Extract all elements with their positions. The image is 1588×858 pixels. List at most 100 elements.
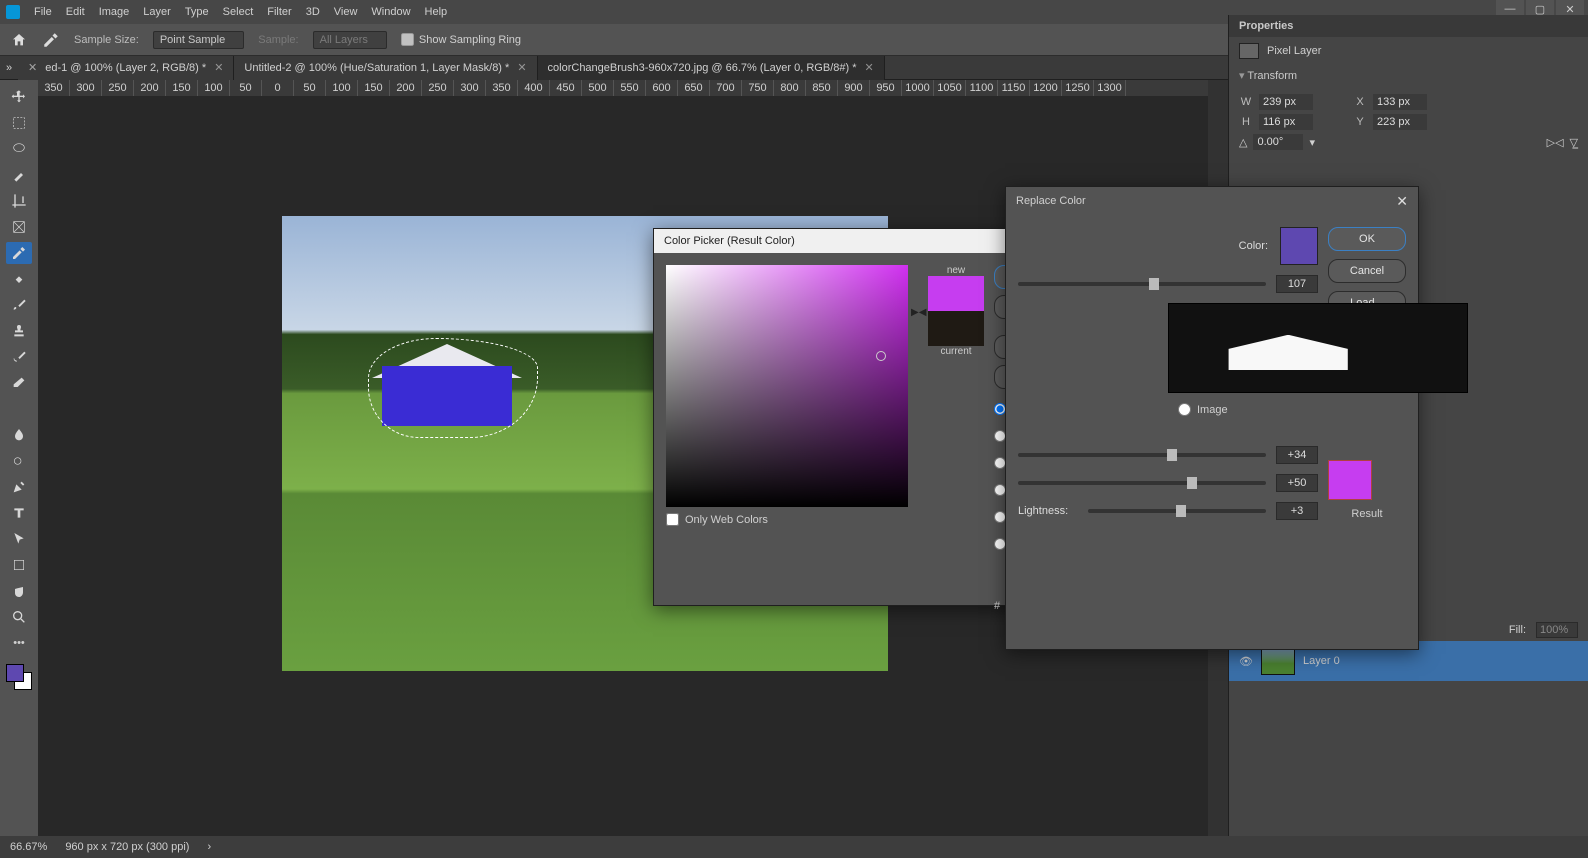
crop-tool[interactable]	[6, 190, 32, 212]
result-color-swatch[interactable]	[1328, 460, 1372, 500]
image-radio[interactable]	[1178, 403, 1191, 416]
prop-y-input[interactable]	[1373, 114, 1427, 130]
foreground-color-swatch[interactable]	[6, 664, 24, 682]
current-color-label: current	[940, 346, 971, 357]
color-label: Color:	[1239, 240, 1268, 252]
shape-tool[interactable]	[6, 554, 32, 576]
eyedropper-tool[interactable]	[6, 242, 32, 264]
gradient-tool[interactable]	[6, 398, 32, 420]
only-web-colors-check[interactable]: Only Web Colors	[666, 513, 908, 526]
sample-select: All Layers	[313, 31, 387, 49]
type-tool[interactable]	[6, 502, 32, 524]
sample-size-label: Sample Size:	[74, 34, 139, 46]
frame-tool[interactable]	[6, 216, 32, 238]
show-sampling-ring-checkbox	[401, 33, 414, 46]
saturation-slider[interactable]	[1018, 481, 1266, 485]
fuzziness-slider[interactable]	[1018, 282, 1266, 286]
tab-overflow-icon[interactable]: »	[0, 62, 18, 74]
menu-type[interactable]: Type	[185, 6, 209, 18]
menu-select[interactable]: Select	[223, 6, 254, 18]
layer-kind-icon	[1239, 43, 1259, 59]
lasso-tool[interactable]	[6, 138, 32, 160]
visibility-icon[interactable]: 👁	[1239, 655, 1253, 668]
sat-value[interactable]	[1276, 474, 1318, 492]
menu-window[interactable]: Window	[371, 6, 410, 18]
document-tab[interactable]: ✕ ed-1 @ 100% (Layer 2, RGB/8) * ✕	[18, 56, 234, 80]
document-tab-label: ed-1 @ 100% (Layer 2, RGB/8) *	[45, 62, 206, 74]
zoom-tool[interactable]	[6, 606, 32, 628]
flip-horizontal-icon[interactable]: ▷◁	[1547, 136, 1564, 149]
cancel-button[interactable]: Cancel	[1328, 259, 1406, 283]
menu-help[interactable]: Help	[425, 6, 448, 18]
doc-info[interactable]: 960 px x 720 px (300 ppi)	[65, 841, 189, 853]
lightness-slider[interactable]	[1088, 509, 1266, 513]
only-web-colors-checkbox[interactable]	[666, 513, 679, 526]
layer-kind-label: Pixel Layer	[1267, 45, 1321, 57]
show-sampling-ring-check: Show Sampling Ring	[401, 33, 521, 46]
current-color-swatch	[928, 311, 984, 346]
transform-section-header[interactable]: Transform	[1229, 65, 1588, 86]
dodge-tool[interactable]	[6, 450, 32, 472]
sample-label: Sample:	[258, 34, 298, 46]
menu-3d[interactable]: 3D	[306, 6, 320, 18]
document-tab[interactable]: Untitled-2 @ 100% (Hue/Saturation 1, Lay…	[234, 56, 537, 80]
menu-edit[interactable]: Edit	[66, 6, 85, 18]
hue-value[interactable]	[1276, 446, 1318, 464]
prop-angle-input[interactable]	[1253, 134, 1303, 150]
menu-layer[interactable]: Layer	[143, 6, 171, 18]
doc-info-chevron-icon[interactable]: ›	[207, 841, 211, 853]
lightness-value[interactable]	[1276, 502, 1318, 520]
menu-view[interactable]: View	[334, 6, 358, 18]
horizontal-ruler: 3503002502001501005005010015020025030035…	[38, 80, 1208, 96]
color-swatches[interactable]	[6, 664, 32, 690]
marquee-selection	[368, 338, 538, 438]
source-color-swatch[interactable]	[1280, 227, 1318, 265]
saturation-value-field[interactable]	[666, 265, 908, 507]
history-brush-tool[interactable]	[6, 346, 32, 368]
document-tab[interactable]: colorChangeBrush3-960x720.jpg @ 66.7% (L…	[538, 56, 885, 80]
fuzziness-input[interactable]	[1276, 275, 1318, 293]
ok-button[interactable]: OK	[1328, 227, 1406, 251]
sample-size-select[interactable]: Point Sample	[153, 31, 244, 49]
prop-h-label: H	[1239, 116, 1253, 128]
brush-tool[interactable]	[6, 294, 32, 316]
move-tool[interactable]	[6, 86, 32, 108]
more-tools-icon[interactable]: •••	[6, 632, 32, 654]
prop-h-input[interactable]	[1259, 114, 1313, 130]
document-tab-label: Untitled-2 @ 100% (Hue/Saturation 1, Lay…	[244, 62, 509, 74]
fill-label: Fill:	[1509, 624, 1526, 636]
blur-tool[interactable]	[6, 424, 32, 446]
close-icon[interactable]: ✕	[1396, 193, 1408, 210]
prop-x-input[interactable]	[1373, 94, 1427, 110]
wand-tool[interactable]	[6, 164, 32, 186]
show-sampling-ring-label: Show Sampling Ring	[419, 34, 521, 46]
prop-w-input[interactable]	[1259, 94, 1313, 110]
zoom-level[interactable]: 66.67%	[10, 841, 47, 853]
path-select-tool[interactable]	[6, 528, 32, 550]
heal-tool[interactable]	[6, 268, 32, 290]
menu-filter[interactable]: Filter	[267, 6, 291, 18]
close-icon[interactable]: ✕	[214, 61, 223, 74]
eraser-tool[interactable]	[6, 372, 32, 394]
hand-tool[interactable]	[6, 580, 32, 602]
replace-color-dialog: Replace Color ✕ Color: Image	[1005, 186, 1419, 650]
layer-name[interactable]: Layer 0	[1303, 655, 1340, 667]
eyedropper-tool-icon[interactable]	[42, 31, 60, 49]
menu-image[interactable]: Image	[99, 6, 130, 18]
home-icon[interactable]	[10, 32, 28, 48]
menu-file[interactable]: File	[34, 6, 52, 18]
marquee-tool[interactable]	[6, 112, 32, 134]
hue-slider[interactable]	[1018, 453, 1266, 457]
flip-vertical-icon[interactable]: ▽̲	[1570, 136, 1578, 149]
close-icon[interactable]: ✕	[517, 61, 526, 74]
color-marker[interactable]	[876, 351, 886, 361]
close-icon[interactable]: ✕	[864, 61, 873, 74]
chevron-down-icon[interactable]: ▾	[1309, 136, 1315, 149]
layer-thumbnail[interactable]	[1261, 647, 1295, 675]
replace-color-title: Replace Color	[1016, 195, 1086, 207]
properties-panel-header[interactable]: Properties	[1229, 15, 1588, 37]
pen-tool[interactable]	[6, 476, 32, 498]
fill-input[interactable]	[1536, 622, 1578, 638]
prop-y-label: Y	[1353, 116, 1367, 128]
stamp-tool[interactable]	[6, 320, 32, 342]
